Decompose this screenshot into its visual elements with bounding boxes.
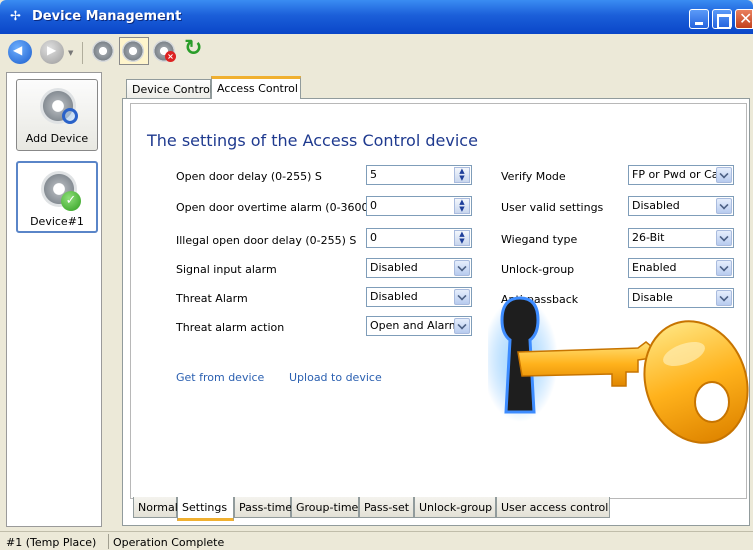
chevron-down-icon[interactable] <box>716 260 732 276</box>
device-list-panel: Add Device ✓ Device#1 <box>6 72 102 527</box>
user-valid-settings-select[interactable]: Disabled <box>628 196 734 216</box>
tab-group-time[interactable]: Group-time <box>291 497 359 518</box>
spinner-icon[interactable]: ▲ ▼ <box>454 198 470 214</box>
user-valid-settings-value: Disabled <box>632 199 680 212</box>
search-icon <box>62 108 78 124</box>
verify-mode-select[interactable]: FP or Pwd or Ca <box>628 165 734 185</box>
minimize-button[interactable] <box>689 9 709 29</box>
device-item[interactable]: ✓ Device#1 <box>16 161 98 233</box>
title-bar: ✢ Device Management ✕ <box>0 0 753 34</box>
verify-mode-value: FP or Pwd or Ca <box>632 168 719 181</box>
forward-icon[interactable] <box>40 40 64 64</box>
tab-device-control[interactable]: Device Control <box>126 79 213 99</box>
wiegand-type-value: 26-Bit <box>632 231 665 244</box>
maximize-button[interactable] <box>712 9 732 29</box>
open-door-delay-label: Open door delay (0-255) S <box>176 170 322 183</box>
tab-settings[interactable]: Settings <box>177 497 234 521</box>
close-icon: ✕ <box>739 9 753 28</box>
status-message: Operation Complete <box>113 536 225 549</box>
add-device-label: Add Device <box>25 132 89 145</box>
status-bar: #1 (Temp Place) Operation Complete <box>0 531 753 550</box>
threat-alarm-label: Threat Alarm <box>176 292 248 305</box>
tab-pass-set[interactable]: Pass-set <box>359 497 414 518</box>
unlock-group-select[interactable]: Enabled <box>628 258 734 278</box>
overtime-alarm-label: Open door overtime alarm (0-3600) S <box>176 201 384 214</box>
user-valid-settings-label: User valid settings <box>501 201 604 214</box>
spinner-icon[interactable]: ▲ ▼ <box>454 167 470 183</box>
chevron-down-icon[interactable] <box>716 167 732 183</box>
signal-input-alarm-label: Signal input alarm <box>176 263 277 276</box>
device-management-window: ✢ Device Management ✕ ▼ × ↻ Add Device ✓… <box>0 0 753 550</box>
verify-mode-label: Verify Mode <box>501 170 566 183</box>
tab-access-control[interactable]: Access Control <box>211 76 301 99</box>
chevron-down-icon[interactable] <box>454 260 470 276</box>
tab-unlock-group[interactable]: Unlock-group <box>414 497 496 518</box>
chevron-down-icon[interactable] <box>716 198 732 214</box>
signal-input-alarm-value: Disabled <box>370 261 418 274</box>
open-door-delay-value: 5 <box>370 168 377 181</box>
threat-alarm-action-value: Open and Alarm <box>370 319 460 332</box>
gear-icon[interactable] <box>92 40 114 62</box>
illegal-open-delay-label: Illegal open door delay (0-255) S <box>176 234 357 247</box>
key-icon <box>488 296 749 444</box>
search-gear-icon[interactable] <box>122 40 144 62</box>
app-icon: ✢ <box>10 9 21 24</box>
status-separator <box>108 534 109 549</box>
chevron-down-icon[interactable] <box>454 318 470 334</box>
stop-badge-icon: × <box>165 51 176 62</box>
chevron-down-icon[interactable] <box>716 230 732 246</box>
unlock-group-label: Unlock-group <box>501 263 575 276</box>
device-label: Device#1 <box>30 215 84 228</box>
overtime-alarm-value: 0 <box>370 199 377 212</box>
chevron-down-icon[interactable]: ▼ <box>68 49 73 57</box>
upload-to-device-link[interactable]: Upload to device <box>289 371 382 384</box>
chevron-down-icon[interactable] <box>454 289 470 305</box>
tab-pass-time[interactable]: Pass-time <box>234 497 292 518</box>
check-icon: ✓ <box>61 191 81 211</box>
illegal-open-delay-field[interactable]: 0 ▲ ▼ <box>366 228 472 248</box>
overtime-alarm-field[interactable]: 0 ▲ ▼ <box>366 196 472 216</box>
signal-input-alarm-select[interactable]: Disabled <box>366 258 472 278</box>
get-from-device-link[interactable]: Get from device <box>176 371 264 384</box>
page-title: The settings of the Access Control devic… <box>147 131 478 150</box>
threat-alarm-value: Disabled <box>370 290 418 303</box>
window-title: Device Management <box>32 9 182 24</box>
back-icon[interactable] <box>8 40 32 64</box>
threat-alarm-action-select[interactable]: Open and Alarm <box>366 316 472 336</box>
illegal-open-delay-value: 0 <box>370 231 377 244</box>
add-device-button[interactable]: Add Device <box>16 79 98 151</box>
close-button[interactable]: ✕ <box>735 9 753 29</box>
key-illustration <box>488 290 750 490</box>
threat-alarm-action-label: Threat alarm action <box>176 321 285 334</box>
status-place: #1 (Temp Place) <box>6 536 97 549</box>
wiegand-type-select[interactable]: 26-Bit <box>628 228 734 248</box>
unlock-group-value: Enabled <box>632 261 677 274</box>
threat-alarm-select[interactable]: Disabled <box>366 287 472 307</box>
spinner-icon[interactable]: ▲ ▼ <box>454 230 470 246</box>
wiegand-type-label: Wiegand type <box>501 233 578 246</box>
toolbar-separator <box>82 42 83 64</box>
tab-normal[interactable]: Normal <box>133 497 178 518</box>
tab-user-access-control[interactable]: User access control <box>496 497 610 518</box>
open-door-delay-field[interactable]: 5 ▲ ▼ <box>366 165 472 185</box>
refresh-icon[interactable]: ↻ <box>184 36 202 61</box>
